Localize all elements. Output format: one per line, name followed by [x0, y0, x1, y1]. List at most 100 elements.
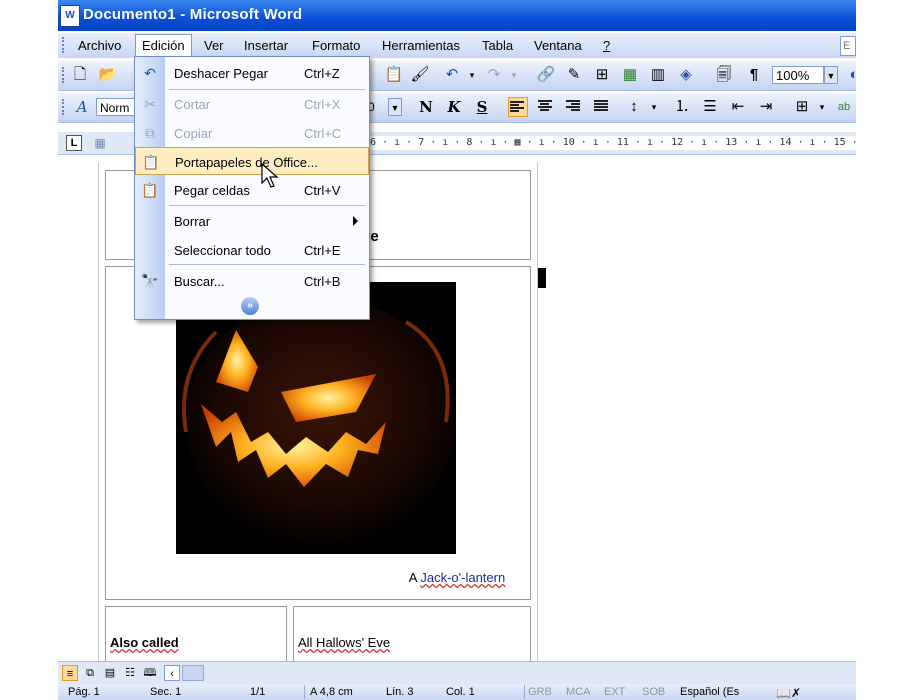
title-bar[interactable]: W Documento1 - Microsoft Word — [58, 0, 856, 31]
menu-separator — [169, 205, 365, 206]
new-document-icon[interactable]: 🗋 — [70, 65, 90, 85]
menu-item-buscar[interactable]: 🔭 Buscar... Ctrl+B — [135, 267, 369, 295]
menu-bar: Archivo Edición Ver Insertar Formato Her… — [58, 33, 856, 58]
table-cell-value[interactable]: All Hallows' Eve — [293, 606, 531, 668]
menu-insertar[interactable]: Insertar — [244, 38, 288, 53]
menu-item-label: Seleccionar todo — [174, 243, 271, 258]
justify-button[interactable] — [592, 97, 612, 117]
menubar-grip[interactable] — [62, 37, 67, 53]
word-app-icon[interactable]: W — [60, 5, 80, 27]
menu-item-shortcut: Ctrl+E — [304, 243, 341, 258]
menu-item-copiar[interactable]: ⧉ Copiar Ctrl+C — [135, 119, 369, 147]
caption-prefix: A — [408, 570, 417, 585]
menu-herramientas[interactable]: Herramientas — [382, 38, 460, 53]
underline-button[interactable]: S — [472, 97, 492, 117]
insert-excel-icon[interactable]: ▦ — [620, 65, 640, 85]
window-title: Documento1 - Microsoft Word — [83, 6, 303, 23]
menu-item-portapapeles-office[interactable]: 📋 Portapapeles de Office... — [135, 147, 369, 175]
increase-indent-icon[interactable]: ⇥ — [756, 97, 776, 117]
normal-view-icon[interactable]: ≡ — [62, 665, 78, 681]
status-mca[interactable]: MCA — [566, 686, 590, 698]
undo-icon: ↶ — [144, 65, 156, 81]
highlight-icon[interactable]: ab — [834, 97, 854, 117]
zoom-dropdown-icon[interactable]: ▼ — [824, 66, 838, 84]
status-language[interactable]: Español (Es — [680, 686, 739, 698]
menu-item-borrar[interactable]: Borrar — [135, 207, 369, 235]
italic-button[interactable]: K — [444, 97, 464, 117]
redo-dropdown-icon[interactable]: ▾ — [504, 65, 524, 85]
status-position: A 4,8 cm — [310, 686, 353, 698]
menu-archivo[interactable]: Archivo — [78, 38, 121, 53]
bold-button[interactable]: N — [416, 97, 436, 117]
status-grb[interactable]: GRB — [528, 686, 552, 698]
insert-table-icon[interactable]: ⊞ — [592, 65, 612, 85]
status-sob[interactable]: SOB — [642, 686, 665, 698]
menu-item-shortcut: Ctrl+B — [304, 274, 341, 289]
text-cursor-marker — [538, 268, 546, 288]
borders-dropdown-icon[interactable]: ▾ — [812, 97, 832, 117]
decrease-indent-icon[interactable]: ⇤ — [728, 97, 748, 117]
menu-ventana[interactable]: Ventana — [534, 38, 582, 53]
toolbar-grip[interactable] — [62, 67, 67, 83]
menu-formato[interactable]: Formato — [312, 38, 360, 53]
menu-ver[interactable]: Ver — [204, 38, 224, 53]
status-ext[interactable]: EXT — [604, 686, 625, 698]
menu-item-pegar-celdas[interactable]: 📋 Pegar celdas Ctrl+V — [135, 176, 369, 204]
paste-toolbar-icon[interactable]: 📋 — [384, 65, 404, 85]
format-painter-icon[interactable]: 🖌 — [410, 65, 430, 85]
print-layout-icon[interactable]: ▤ — [102, 665, 118, 681]
help-icon[interactable]: ◐ — [844, 65, 856, 85]
tables-borders-icon[interactable]: ✎ — [564, 65, 584, 85]
font-size-dropdown-icon[interactable]: ▼ — [388, 98, 402, 116]
menu-item-cortar[interactable]: ✂ Cortar Ctrl+X — [135, 90, 369, 118]
image-caption: A Jack-o'-lantern — [58, 570, 856, 585]
table-cell-label[interactable]: Also called — [105, 606, 287, 668]
align-center-icon — [538, 100, 554, 112]
expand-menu-chevron-icon[interactable]: » — [241, 297, 259, 315]
jack-o-lantern-image — [176, 282, 456, 554]
line-spacing-icon[interactable]: ↕ — [624, 97, 644, 117]
tab-selector-icon[interactable]: L — [66, 135, 82, 151]
scroll-left-button[interactable]: ‹ — [164, 665, 180, 681]
menu-item-label: Buscar... — [174, 274, 225, 289]
document-map-icon[interactable]: 🗐 — [714, 65, 734, 85]
numbered-list-icon[interactable]: ⒈ — [672, 97, 692, 117]
redo-toolbar-icon[interactable]: ↷ — [484, 65, 504, 85]
status-pages: 1/1 — [250, 686, 266, 698]
undo-toolbar-icon[interactable]: ↶ — [442, 65, 462, 85]
caption-link-jack-o-lantern[interactable]: Jack-o'-lantern — [420, 570, 505, 585]
zoom-combobox[interactable]: 100% — [772, 66, 824, 84]
drawing-icon[interactable]: ◈ — [676, 65, 696, 85]
open-folder-icon[interactable]: 📂 — [98, 65, 118, 85]
line-spacing-dropdown-icon[interactable]: ▾ — [644, 97, 664, 117]
menu-edicion[interactable]: Edición — [135, 34, 192, 56]
borders-icon[interactable]: ⊞ — [792, 97, 812, 117]
toolbar-grip-2[interactable] — [62, 99, 67, 115]
web-layout-icon[interactable]: ⧉ — [82, 665, 98, 681]
spelling-check-icon[interactable]: 📖✗ — [776, 686, 801, 700]
submenu-arrow-icon — [353, 216, 358, 226]
styles-pane-icon[interactable]: A — [72, 97, 92, 117]
menu-help[interactable]: ? — [603, 38, 610, 53]
columns-icon[interactable]: ▥ — [648, 65, 668, 85]
ask-question-box[interactable]: E — [840, 36, 856, 56]
clipboard-icon: 📋 — [142, 154, 160, 170]
menu-item-deshacer-pegar[interactable]: ↶ Deshacer Pegar Ctrl+Z — [135, 59, 369, 87]
hyperlink-icon[interactable]: 🔗 — [536, 65, 556, 85]
outline-view-icon[interactable]: ☷ — [122, 665, 138, 681]
show-hide-pilcrow-icon[interactable]: ¶ — [744, 65, 764, 85]
style-combobox[interactable]: Norm — [96, 98, 136, 116]
view-buttons-bar: ≡ ⧉ ▤ ☷ 🕮 ‹ — [58, 661, 856, 684]
horizontal-scroll-thumb[interactable] — [182, 665, 204, 681]
align-left-button[interactable] — [508, 97, 528, 117]
bullet-list-icon[interactable]: ☰ — [700, 97, 720, 117]
status-column: Col. 1 — [446, 686, 475, 698]
align-right-button[interactable] — [564, 97, 584, 117]
align-center-button[interactable] — [536, 97, 556, 117]
menu-item-shortcut: Ctrl+C — [304, 126, 342, 141]
undo-dropdown-icon[interactable]: ▾ — [462, 65, 482, 85]
menu-item-shortcut: Ctrl+X — [304, 97, 341, 112]
reading-layout-icon[interactable]: 🕮 — [142, 665, 158, 681]
menu-item-seleccionar-todo[interactable]: Seleccionar todo Ctrl+E — [135, 236, 369, 264]
menu-tabla[interactable]: Tabla — [482, 38, 513, 53]
